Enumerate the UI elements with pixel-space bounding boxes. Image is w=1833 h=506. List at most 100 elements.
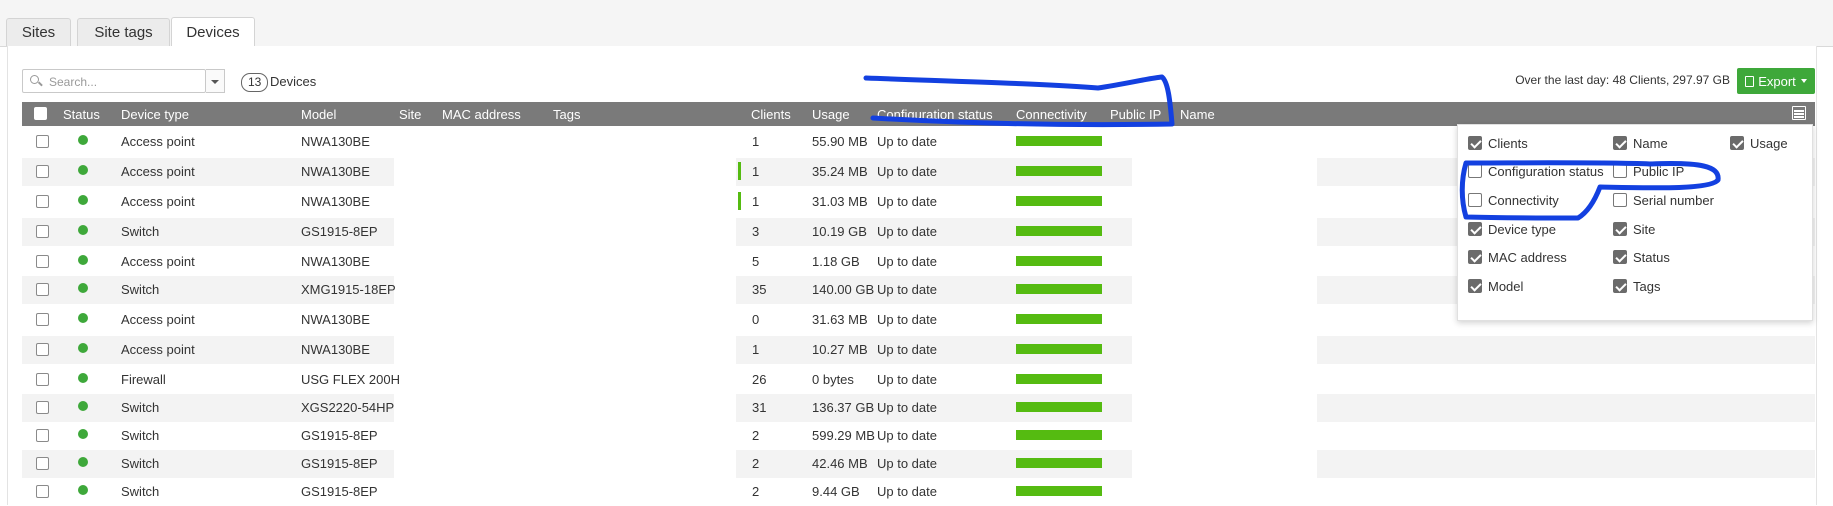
tab-label: Devices — [186, 24, 240, 41]
column-option-site[interactable]: Site — [1613, 221, 1655, 237]
column-header-public-ip[interactable]: Public IP — [1110, 107, 1161, 122]
cell-model[interactable]: NWA130BE — [301, 134, 370, 149]
row-checkbox[interactable] — [36, 255, 49, 268]
tab-bar: Sites Site tags Devices — [0, 0, 1833, 47]
column-header-connectivity[interactable]: Connectivity — [1016, 107, 1087, 122]
tab-devices[interactable]: Devices — [171, 17, 255, 47]
option-label: Public IP — [1633, 163, 1685, 179]
column-header-configuration-status[interactable]: Configuration status — [877, 107, 993, 122]
table-row[interactable]: Switch XGS2220-54HP 31 136.37 GB Up to date — [22, 394, 1815, 422]
cell-clients: 0 — [752, 312, 760, 327]
column-option-device-type[interactable]: Device type — [1468, 221, 1556, 237]
column-option-clients[interactable]: Clients — [1468, 135, 1528, 151]
status-online-icon — [78, 485, 88, 495]
option-label: Usage — [1750, 135, 1788, 151]
checkbox[interactable] — [1613, 279, 1627, 293]
checkbox[interactable] — [1613, 136, 1627, 150]
column-header-mac-address[interactable]: MAC address — [442, 107, 521, 122]
cell-configuration-status: Up to date — [877, 400, 937, 415]
row-checkbox[interactable] — [36, 343, 49, 356]
search-input[interactable] — [47, 73, 201, 91]
option-label: Serial number — [1633, 192, 1714, 208]
column-header-model[interactable]: Model — [301, 107, 336, 122]
connectivity-bar — [1016, 284, 1102, 294]
search-dropdown-button[interactable] — [206, 69, 225, 93]
cell-device-type: Access point — [121, 194, 195, 209]
cell-configuration-status: Up to date — [877, 164, 937, 179]
row-checkbox[interactable] — [36, 225, 49, 238]
table-row[interactable]: Switch GS1915-8EP 2 9.44 GB Up to date — [22, 478, 1815, 506]
table-row[interactable]: Switch GS1915-8EP 2 42.46 MB Up to date — [22, 450, 1815, 478]
checkbox[interactable] — [1730, 136, 1744, 150]
tab-sites[interactable]: Sites — [6, 18, 71, 46]
column-option-mac-address[interactable]: MAC address — [1468, 249, 1567, 265]
cell-model[interactable]: GS1915-8EP — [301, 484, 378, 499]
cell-model[interactable]: GS1915-8EP — [301, 428, 378, 443]
cell-configuration-status: Up to date — [877, 254, 937, 269]
cell-usage: 140.00 GB — [812, 282, 875, 297]
row-checkbox[interactable] — [36, 283, 49, 296]
column-settings-icon[interactable] — [1792, 106, 1808, 122]
column-option-name[interactable]: Name — [1613, 135, 1668, 151]
cell-configuration-status: Up to date — [877, 456, 937, 471]
checkbox[interactable] — [1468, 164, 1482, 178]
status-online-icon — [78, 195, 88, 205]
cell-device-type: Switch — [121, 484, 160, 499]
cell-clients: 1 — [752, 194, 760, 209]
cell-model[interactable]: GS1915-8EP — [301, 224, 378, 239]
cell-model[interactable]: NWA130BE — [301, 164, 370, 179]
column-header-name[interactable]: Name — [1180, 107, 1215, 122]
row-checkbox[interactable] — [36, 457, 49, 470]
column-header-usage[interactable]: Usage — [812, 107, 850, 122]
row-checkbox[interactable] — [36, 135, 49, 148]
checkbox[interactable] — [1468, 222, 1482, 236]
cell-model[interactable]: NWA130BE — [301, 254, 370, 269]
cell-model[interactable]: GS1915-8EP — [301, 456, 378, 471]
search-box[interactable] — [22, 69, 206, 93]
table-row[interactable]: Firewall USG FLEX 200H 26 0 bytes Up to date — [22, 366, 1815, 394]
cell-model[interactable]: NWA130BE — [301, 342, 370, 357]
table-row[interactable]: Access point NWA130BE 1 10.27 MB Up to date — [22, 336, 1815, 364]
checkbox[interactable] — [1468, 136, 1482, 150]
column-option-usage[interactable]: Usage — [1730, 135, 1788, 151]
cell-model[interactable]: NWA130BE — [301, 194, 370, 209]
column-option-configuration-status[interactable]: Configuration status — [1468, 163, 1604, 179]
tab-site-tags[interactable]: Site tags — [77, 18, 170, 46]
column-option-tags[interactable]: Tags — [1613, 278, 1660, 294]
checkbox[interactable] — [1468, 193, 1482, 207]
export-button[interactable]: Export — [1737, 68, 1815, 94]
cell-model[interactable]: XGS2220-54HP — [301, 400, 394, 415]
row-checkbox[interactable] — [36, 165, 49, 178]
column-header-device-type[interactable]: Device type — [121, 107, 189, 122]
column-header-clients[interactable]: Clients — [751, 107, 791, 122]
column-option-public-ip[interactable]: Public IP — [1613, 163, 1684, 179]
row-checkbox[interactable] — [36, 373, 49, 386]
column-option-connectivity[interactable]: Connectivity — [1468, 192, 1559, 208]
select-all-checkbox[interactable] — [34, 107, 47, 120]
chevron-down-icon — [1800, 79, 1807, 83]
checkbox[interactable] — [1613, 164, 1627, 178]
option-label: Connectivity — [1488, 192, 1559, 208]
column-header-site[interactable]: Site — [399, 107, 421, 122]
row-checkbox[interactable] — [36, 429, 49, 442]
checkbox[interactable] — [1613, 250, 1627, 264]
checkbox[interactable] — [1613, 193, 1627, 207]
checkbox[interactable] — [1613, 222, 1627, 236]
column-header-tags[interactable]: Tags — [553, 107, 580, 122]
checkbox[interactable] — [1468, 250, 1482, 264]
table-row[interactable]: Switch GS1915-8EP 2 599.29 MB Up to date — [22, 422, 1815, 450]
column-option-serial-number[interactable]: Serial number — [1613, 192, 1714, 208]
column-header-status[interactable]: Status — [63, 107, 100, 122]
status-online-icon — [78, 135, 88, 145]
row-checkbox[interactable] — [36, 485, 49, 498]
cell-clients: 5 — [752, 254, 760, 269]
checkbox[interactable] — [1468, 279, 1482, 293]
row-checkbox[interactable] — [36, 401, 49, 414]
row-checkbox[interactable] — [36, 195, 49, 208]
cell-model[interactable]: XMG1915-18EP — [301, 282, 396, 297]
column-option-model[interactable]: Model — [1468, 278, 1523, 294]
row-checkbox[interactable] — [36, 313, 49, 326]
cell-model[interactable]: NWA130BE — [301, 312, 370, 327]
cell-model[interactable]: USG FLEX 200H — [301, 372, 400, 387]
column-option-status[interactable]: Status — [1613, 249, 1670, 265]
